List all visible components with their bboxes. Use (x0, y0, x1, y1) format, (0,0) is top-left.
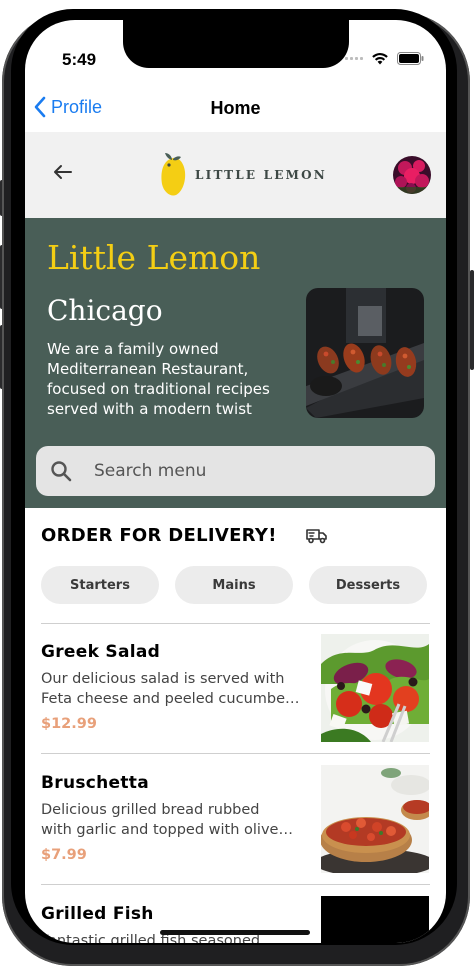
search-icon (51, 461, 72, 482)
menu-item-name: Greek Salad (41, 642, 161, 662)
menu-item-image (321, 896, 429, 943)
hero-description: We are a family owned Mediterranean Rest… (47, 340, 270, 418)
menu-item-description-line: with garlic and topped with olive… (41, 822, 293, 838)
hero-food-image (306, 288, 424, 418)
header-back-button[interactable] (53, 164, 73, 184)
hero-image (306, 288, 424, 418)
notch (123, 20, 349, 68)
lemon-logo-icon (161, 153, 186, 196)
menu-item-description-line: Delicious grilled bread rubbed (41, 802, 260, 818)
category-chips: Starters Mains Desserts (41, 566, 427, 604)
hero-city: Chicago (47, 294, 163, 327)
menu-item-bruschetta[interactable]: Bruschetta Delicious grilled bread rubbe… (41, 755, 430, 885)
menu-item-name: Bruschetta (41, 773, 149, 793)
battery-icon (397, 52, 424, 65)
arrow-left-icon (54, 165, 72, 179)
category-mains-button[interactable]: Mains (175, 566, 293, 604)
profile-avatar[interactable] (393, 156, 431, 194)
home-indicator (160, 930, 310, 935)
logo-text: LITTLE LEMON (195, 168, 327, 182)
category-starters-button[interactable]: Starters (41, 566, 159, 604)
order-for-delivery-title: ORDER FOR DELIVERY! (41, 525, 277, 546)
menu-item-description-line: Feta cheese and peeled cucumbe… (41, 691, 300, 707)
menu-item-description: Delicious grilled bread rubbed with garl… (41, 800, 313, 840)
status-icons (345, 52, 424, 65)
power-button (470, 270, 474, 370)
navigation-bar: Profile Home (25, 84, 446, 132)
menu-item-greek-salad[interactable]: Greek Salad Our delicious salad is serve… (41, 624, 430, 754)
search-input[interactable] (94, 446, 414, 496)
phone-frame: 5:49 Profile Home LITTLE LEMON Little Le… (0, 0, 475, 972)
hero-title: Little Lemon (47, 238, 261, 277)
menu-item-description-line: Our delicious salad is served with (41, 671, 285, 687)
wifi-icon (372, 53, 388, 65)
little-lemon-logo: LITTLE LEMON (159, 152, 327, 198)
menu-item-description: Our delicious salad is served with Feta … (41, 669, 313, 709)
menu-item-price: $7.99 (41, 847, 87, 863)
menu-item-image (321, 765, 429, 873)
status-time: 5:49 (62, 50, 97, 69)
signal-icon (345, 57, 363, 60)
app-header: LITTLE LEMON (25, 132, 446, 218)
screen: 5:49 Profile Home LITTLE LEMON Little Le… (25, 20, 446, 943)
search-bar[interactable] (36, 446, 435, 496)
avatar-image (393, 156, 431, 194)
menu-item-name: Grilled Fish (41, 904, 154, 924)
divider (41, 884, 430, 885)
bruschetta-image (321, 765, 429, 873)
divider (41, 753, 430, 754)
delivery-truck-icon (306, 529, 327, 544)
category-desserts-button[interactable]: Desserts (309, 566, 427, 604)
menu-item-price: $12.99 (41, 716, 97, 732)
menu-item-image (321, 634, 429, 742)
nav-title: Home (210, 98, 261, 118)
greek-salad-image (321, 634, 429, 742)
